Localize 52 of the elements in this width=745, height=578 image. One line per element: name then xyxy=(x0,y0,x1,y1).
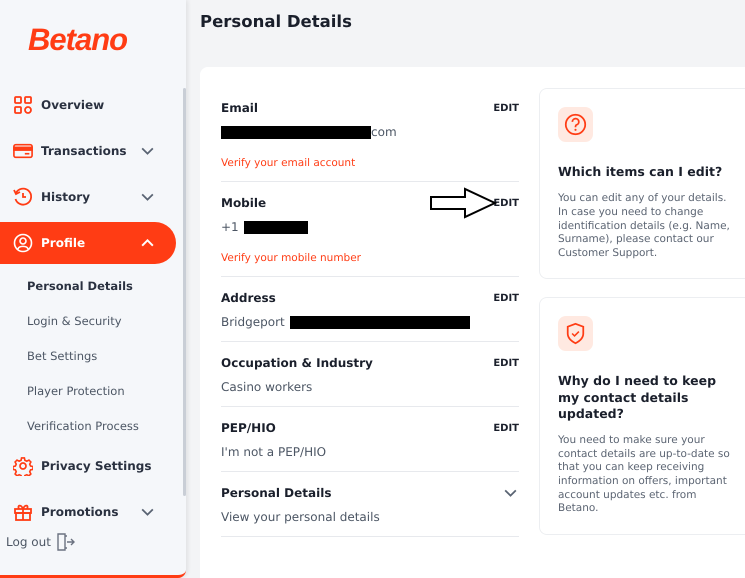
logout-link[interactable]: Log out xyxy=(6,535,51,549)
logout-icon[interactable] xyxy=(54,532,75,552)
page-title: Personal Details xyxy=(200,11,353,33)
chevron-up-icon[interactable] xyxy=(141,239,154,247)
field-label: Mobile xyxy=(221,196,266,210)
scrollbar[interactable] xyxy=(183,88,186,496)
edit-button[interactable]: EDIT xyxy=(493,358,519,368)
field-label: Occupation & Industry xyxy=(221,356,373,370)
sub-nav-item[interactable]: Bet Settings xyxy=(0,338,186,373)
info-text: You need to make sure your contact details are up-to-date so that you can keep receiving information on offers, important account updates etc. from Betano. xyxy=(558,434,731,516)
field-value: View your personal details xyxy=(221,510,380,524)
info-title: Why do I need to keep my contact details updated? xyxy=(558,373,718,422)
field-value: +1 xyxy=(221,220,239,234)
info-title: Which items can I edit? xyxy=(558,164,724,180)
edit-button[interactable]: EDIT xyxy=(493,292,519,304)
grid-icon xyxy=(13,95,33,115)
sub-nav-item[interactable]: Player Protection xyxy=(0,373,186,408)
field-label: PEP/HIO xyxy=(221,421,276,435)
edit-button[interactable]: EDIT xyxy=(493,102,519,114)
nav-item[interactable]: Overview xyxy=(0,84,176,126)
verify-warning[interactable]: Verify your email account xyxy=(221,157,519,169)
history-icon xyxy=(13,187,33,207)
field-value: com xyxy=(371,125,397,139)
chevron-down-icon[interactable] xyxy=(504,489,517,497)
field-value: Casino workers xyxy=(221,380,312,394)
user-icon xyxy=(13,233,33,253)
info-text: You can edit any of your details. In case you need to change identification details (e.g. Name, Surname), please contact our Customer Support. xyxy=(558,192,731,260)
nav-item[interactable]: Profile xyxy=(0,222,176,264)
nav-item[interactable]: Promotions xyxy=(0,491,176,526)
sub-nav-item[interactable]: Login & Security xyxy=(0,303,186,338)
edit-button[interactable]: EDIT xyxy=(493,422,519,434)
nav-item[interactable]: History xyxy=(0,176,176,218)
chevron-down-icon[interactable] xyxy=(141,193,154,201)
chevron-down-icon[interactable] xyxy=(141,147,154,155)
gift-icon xyxy=(13,502,33,522)
verify-warning[interactable]: Verify your mobile number xyxy=(221,252,519,264)
edit-button[interactable]: EDIT xyxy=(493,198,519,208)
field-value: Bridgeport xyxy=(221,315,285,329)
sub-nav-item[interactable]: Verification Process xyxy=(0,408,186,443)
field-value: I'm not a PEP/HIO xyxy=(221,445,326,459)
field-label: Personal Details xyxy=(221,486,332,500)
nav-item[interactable]: Transactions xyxy=(0,130,176,172)
gear-icon xyxy=(13,456,33,476)
sub-nav-item[interactable]: Personal Details xyxy=(0,268,186,303)
redaction-bar xyxy=(244,220,308,234)
field-label: Email xyxy=(221,101,258,115)
chevron-down-icon[interactable] xyxy=(141,508,154,516)
nav-item[interactable]: Privacy Settings xyxy=(0,445,176,487)
credit-card-icon xyxy=(13,141,33,161)
question-icon xyxy=(558,107,593,142)
field-label: Address xyxy=(221,291,276,305)
shield-icon xyxy=(558,316,593,352)
